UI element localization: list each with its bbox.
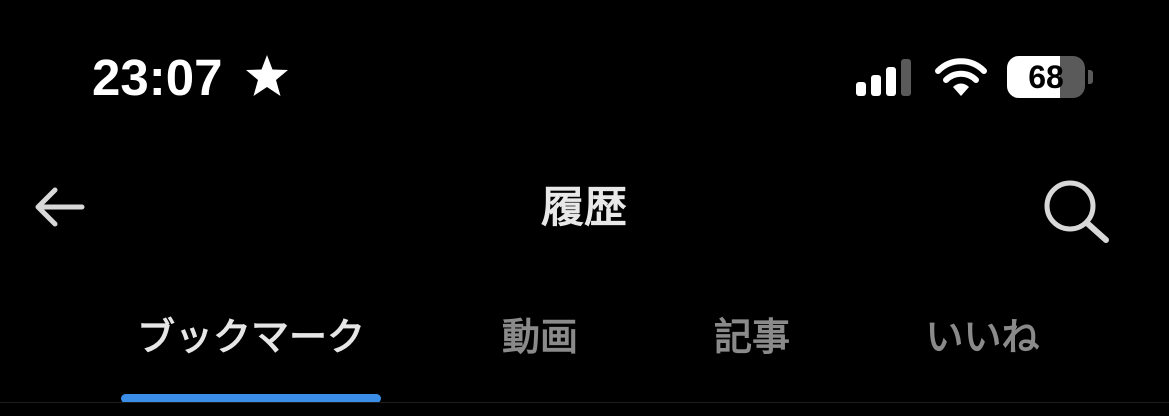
tab-articles[interactable]: 記事: [692, 306, 812, 406]
tab-likes[interactable]: いいね: [910, 306, 1055, 406]
tab-bookmarks[interactable]: ブックマーク: [121, 306, 381, 406]
page-title: 履歴: [541, 183, 627, 233]
search-icon[interactable]: [1038, 174, 1114, 244]
cellular-signal-icon: [856, 59, 911, 96]
battery-body: 68: [1007, 56, 1085, 98]
divider: [0, 402, 1169, 403]
battery-tip: [1088, 70, 1093, 84]
wifi-icon: [935, 58, 987, 96]
star-icon: [246, 55, 288, 96]
tab-videos[interactable]: 動画: [480, 306, 600, 406]
tab-label: 記事: [713, 315, 790, 359]
tab-label: ブックマーク: [136, 315, 365, 359]
tab-label: 動画: [501, 315, 578, 359]
status-time: 23:07: [92, 49, 223, 106]
battery-icon: 68: [1007, 56, 1093, 100]
tab-label: いいね: [925, 315, 1040, 359]
tab-bar: ブックマーク 動画 記事 いいね: [0, 306, 1169, 416]
battery-level: 68: [1028, 59, 1064, 95]
back-arrow-icon[interactable]: [30, 182, 88, 232]
